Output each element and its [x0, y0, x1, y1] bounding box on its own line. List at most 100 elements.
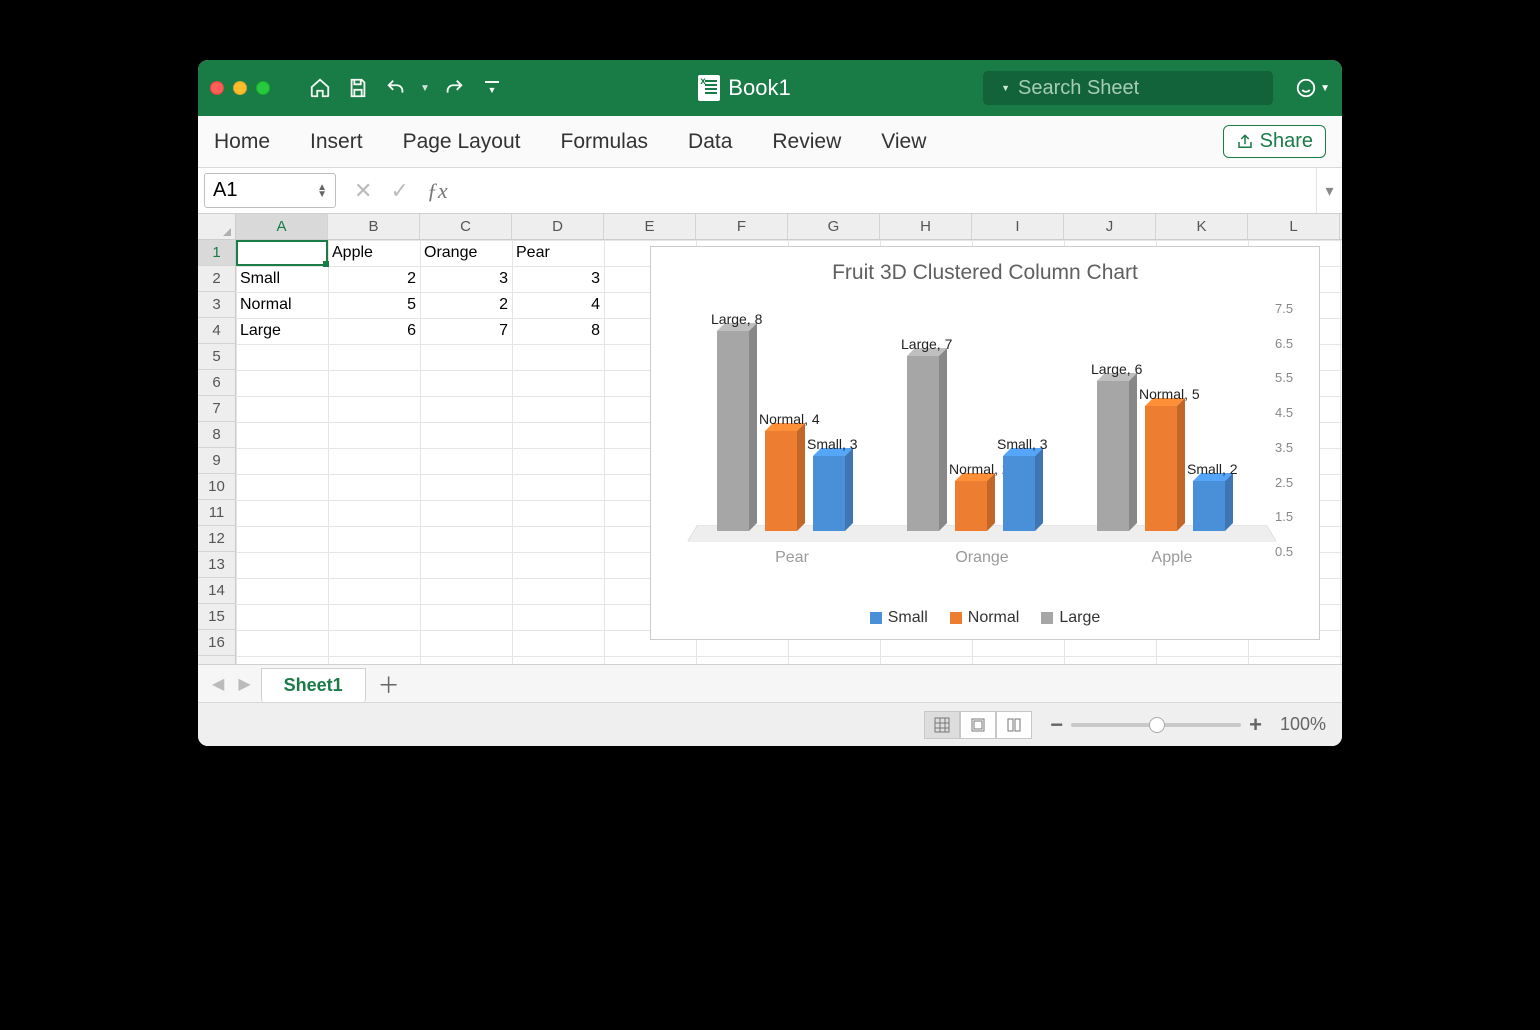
row-header-7[interactable]: 7: [198, 396, 235, 422]
save-icon[interactable]: [344, 74, 372, 102]
zoom-out-button[interactable]: −: [1050, 712, 1063, 738]
page-layout-view-button[interactable]: [960, 711, 996, 739]
col-header-B[interactable]: B: [328, 214, 420, 239]
undo-icon[interactable]: [382, 74, 410, 102]
tab-page-layout[interactable]: Page Layout: [403, 130, 521, 154]
tab-review[interactable]: Review: [772, 130, 841, 154]
col-header-G[interactable]: G: [788, 214, 880, 239]
page-break-icon: [1006, 717, 1022, 733]
redo-icon[interactable]: [440, 74, 468, 102]
col-header-K[interactable]: K: [1156, 214, 1248, 239]
row-header-3[interactable]: 3: [198, 292, 235, 318]
col-header-H[interactable]: H: [880, 214, 972, 239]
cell-B4[interactable]: 6: [328, 318, 420, 344]
row-header-8[interactable]: 8: [198, 422, 235, 448]
row-header-4[interactable]: 4: [198, 318, 235, 344]
zoom-track[interactable]: [1071, 723, 1241, 727]
cell-A3[interactable]: Normal: [236, 292, 328, 318]
row-header-5[interactable]: 5: [198, 344, 235, 370]
row-header-12[interactable]: 12: [198, 526, 235, 552]
cell-C2[interactable]: 3: [420, 266, 512, 292]
row-header-6[interactable]: 6: [198, 370, 235, 396]
col-header-A[interactable]: A: [236, 214, 328, 239]
chart-object[interactable]: Fruit 3D Clustered Column Chart 7.56.55.…: [650, 246, 1320, 640]
row-header-13[interactable]: 13: [198, 552, 235, 578]
y-tick: 4.5: [1275, 405, 1313, 420]
zoom-slider[interactable]: − +: [1050, 712, 1262, 738]
row-header-10[interactable]: 10: [198, 474, 235, 500]
row-headers[interactable]: 12345678910111213141516: [198, 240, 236, 664]
customize-qat-icon[interactable]: ▼: [478, 74, 506, 102]
next-sheet-icon[interactable]: ▶: [234, 674, 254, 694]
bar-small: Small, 3: [1003, 456, 1035, 531]
row-header-14[interactable]: 14: [198, 578, 235, 604]
cell-C4[interactable]: 7: [420, 318, 512, 344]
col-header-D[interactable]: D: [512, 214, 604, 239]
select-all-corner[interactable]: [198, 214, 236, 240]
zoom-in-button[interactable]: +: [1249, 712, 1262, 738]
normal-view-button[interactable]: [924, 711, 960, 739]
name-box-stepper[interactable]: ▲▼: [317, 184, 327, 198]
cancel-formula-icon[interactable]: ✕: [354, 178, 372, 204]
col-header-F[interactable]: F: [696, 214, 788, 239]
zoom-level[interactable]: 100%: [1280, 714, 1326, 735]
name-box[interactable]: A1 ▲▼: [204, 173, 336, 208]
data-label: Small, 3: [997, 436, 1048, 452]
bar-large: Large, 7: [907, 356, 939, 531]
status-bar: − + 100%: [198, 702, 1342, 746]
cell-B3[interactable]: 5: [328, 292, 420, 318]
cell-B2[interactable]: 2: [328, 266, 420, 292]
row-header-15[interactable]: 15: [198, 604, 235, 630]
search-input[interactable]: [1018, 77, 1283, 100]
tab-formulas[interactable]: Formulas: [561, 130, 649, 154]
expand-formula-bar-icon[interactable]: ▾: [1316, 168, 1342, 213]
page-break-view-button[interactable]: [996, 711, 1032, 739]
row-header-9[interactable]: 9: [198, 448, 235, 474]
chart-cluster-pear: PearLarge, 8Normal, 4Small, 3: [717, 321, 867, 531]
view-switcher: [924, 711, 1032, 739]
cell-B1[interactable]: Apple: [328, 240, 420, 266]
tab-home[interactable]: Home: [214, 130, 270, 154]
bar-normal: Normal, 4: [765, 431, 797, 531]
cell-A4[interactable]: Large: [236, 318, 328, 344]
cell-C1[interactable]: Orange: [420, 240, 512, 266]
search-box[interactable]: ▼: [983, 71, 1273, 105]
tab-data[interactable]: Data: [688, 130, 732, 154]
category-label: Orange: [907, 549, 1057, 567]
col-header-J[interactable]: J: [1064, 214, 1156, 239]
fx-icon[interactable]: ƒx: [427, 178, 448, 204]
col-header-I[interactable]: I: [972, 214, 1064, 239]
cell-D1[interactable]: Pear: [512, 240, 604, 266]
undo-dropdown-icon[interactable]: ▼: [420, 83, 430, 94]
accept-formula-icon[interactable]: ✓: [390, 178, 408, 204]
prev-sheet-icon[interactable]: ◀: [208, 674, 228, 694]
tab-view[interactable]: View: [881, 130, 926, 154]
worksheet[interactable]: ABCDEFGHIJKL 12345678910111213141516 App…: [198, 214, 1342, 664]
cell-A2[interactable]: Small: [236, 266, 328, 292]
col-header-L[interactable]: L: [1248, 214, 1340, 239]
col-header-C[interactable]: C: [420, 214, 512, 239]
cell-D4[interactable]: 8: [512, 318, 604, 344]
zoom-window-button[interactable]: [256, 81, 270, 95]
row-header-16[interactable]: 16: [198, 630, 235, 656]
row-header-1[interactable]: 1: [198, 240, 235, 266]
add-sheet-button[interactable]: ＋: [372, 670, 406, 698]
cell-D3[interactable]: 4: [512, 292, 604, 318]
row-header-11[interactable]: 11: [198, 500, 235, 526]
minimize-window-button[interactable]: [233, 81, 247, 95]
search-dropdown-icon[interactable]: ▼: [1001, 83, 1010, 93]
cell-D2[interactable]: 3: [512, 266, 604, 292]
share-button[interactable]: Share: [1223, 125, 1326, 158]
zoom-thumb[interactable]: [1149, 717, 1165, 733]
cells-area[interactable]: AppleOrangePearSmall233Normal524Large678…: [236, 240, 1342, 664]
tab-insert[interactable]: Insert: [310, 130, 363, 154]
cell-C3[interactable]: 2: [420, 292, 512, 318]
sheet-tab[interactable]: Sheet1: [261, 668, 366, 702]
close-window-button[interactable]: [210, 81, 224, 95]
column-headers[interactable]: ABCDEFGHIJKL: [236, 214, 1342, 240]
home-icon[interactable]: [306, 74, 334, 102]
formula-input[interactable]: [466, 168, 1316, 213]
col-header-E[interactable]: E: [604, 214, 696, 239]
row-header-2[interactable]: 2: [198, 266, 235, 292]
feedback-button[interactable]: ▼: [1295, 77, 1330, 99]
